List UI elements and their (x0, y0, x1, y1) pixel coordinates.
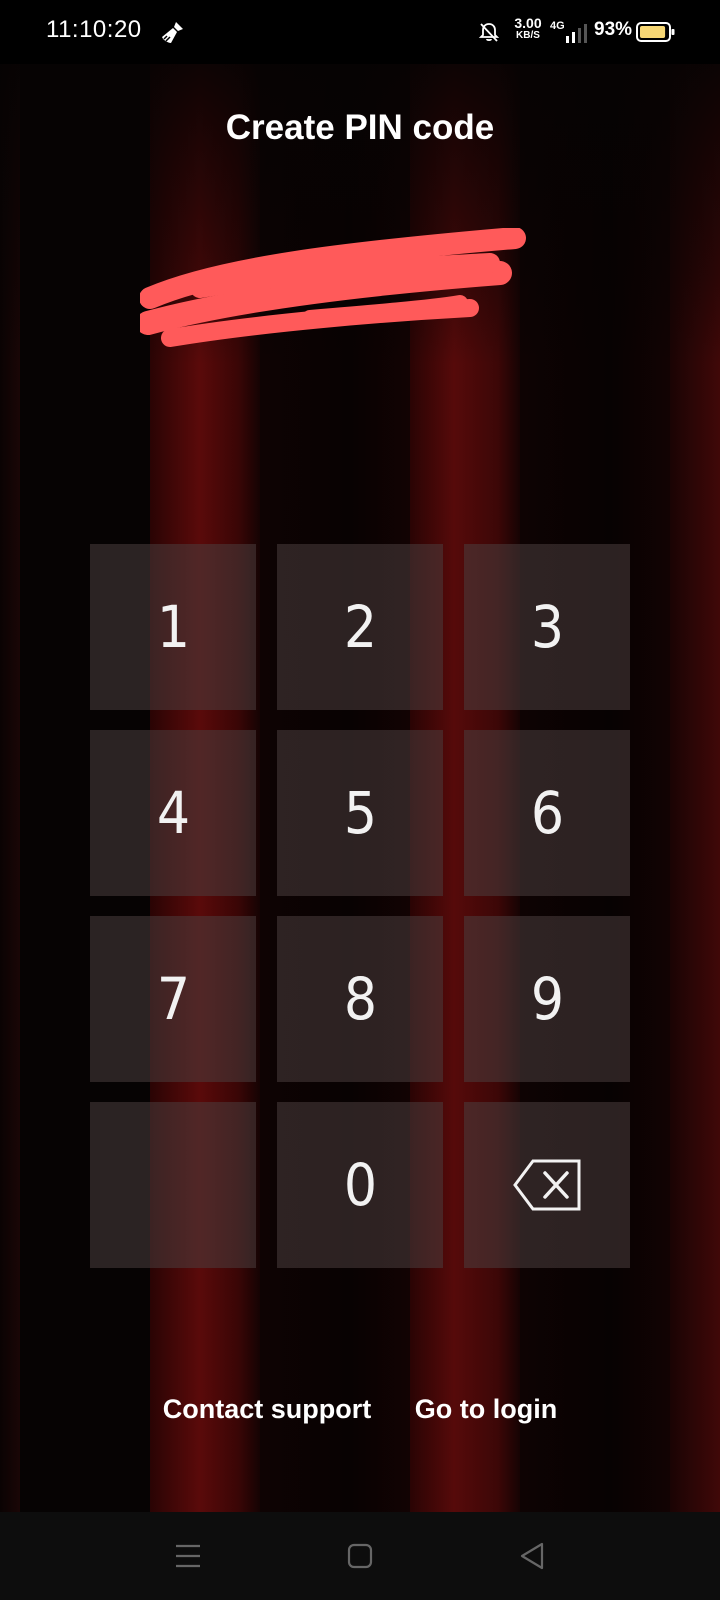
key-9[interactable]: 9 (464, 916, 630, 1082)
status-time: 11:10:20 (46, 16, 142, 43)
key-blank (90, 1102, 256, 1268)
bell-off-icon (478, 23, 500, 42)
redaction-scribble (140, 228, 526, 347)
home-icon[interactable] (338, 1534, 382, 1578)
menu-icon[interactable] (166, 1534, 210, 1578)
key-2-label: 2 (343, 593, 377, 661)
broom-icon (162, 22, 183, 43)
go-to-login-link[interactable]: Go to login (415, 1394, 557, 1425)
network-type: 4G (550, 20, 565, 32)
network-speed-unit: KB/S (516, 30, 540, 41)
battery-percent: 93% (594, 19, 633, 40)
key-9-label: 9 (530, 965, 564, 1033)
network-speed: 3.00 KB/S (508, 16, 548, 41)
key-1[interactable]: 1 (90, 544, 256, 710)
app-screen: 11:10:20 3.00 KB/S 4G 93% Create PIN cod… (0, 0, 720, 1600)
system-nav-bar (0, 1512, 720, 1600)
key-5[interactable]: 5 (277, 730, 443, 896)
key-6[interactable]: 6 (464, 730, 630, 896)
key-6-label: 6 (530, 779, 564, 847)
backspace-button[interactable] (464, 1102, 630, 1268)
status-bar: 11:10:20 3.00 KB/S 4G 93% (0, 0, 720, 64)
signal-icon (566, 24, 587, 43)
network-speed-value: 3.00 (514, 15, 542, 31)
back-icon[interactable] (510, 1534, 554, 1578)
key-8[interactable]: 8 (277, 916, 443, 1082)
page-title: Create PIN code (225, 108, 495, 147)
key-1-label: 1 (156, 593, 190, 661)
key-0[interactable]: 0 (277, 1102, 443, 1268)
key-2[interactable]: 2 (277, 544, 443, 710)
contact-support-link[interactable]: Contact support (163, 1394, 372, 1425)
key-4[interactable]: 4 (90, 730, 256, 896)
footer-links: Contact support Go to login (0, 1394, 720, 1425)
key-8-label: 8 (343, 965, 377, 1033)
key-3[interactable]: 3 (464, 544, 630, 710)
key-0-label: 0 (343, 1151, 377, 1219)
battery-icon (636, 22, 675, 42)
key-4-label: 4 (156, 779, 190, 847)
key-5-label: 5 (343, 779, 377, 847)
key-7[interactable]: 7 (90, 916, 256, 1082)
key-3-label: 3 (530, 593, 564, 661)
backspace-icon (513, 1159, 581, 1211)
key-7-label: 7 (156, 965, 190, 1033)
pin-keypad: 1 2 3 4 5 6 7 8 9 0 (90, 544, 630, 1270)
